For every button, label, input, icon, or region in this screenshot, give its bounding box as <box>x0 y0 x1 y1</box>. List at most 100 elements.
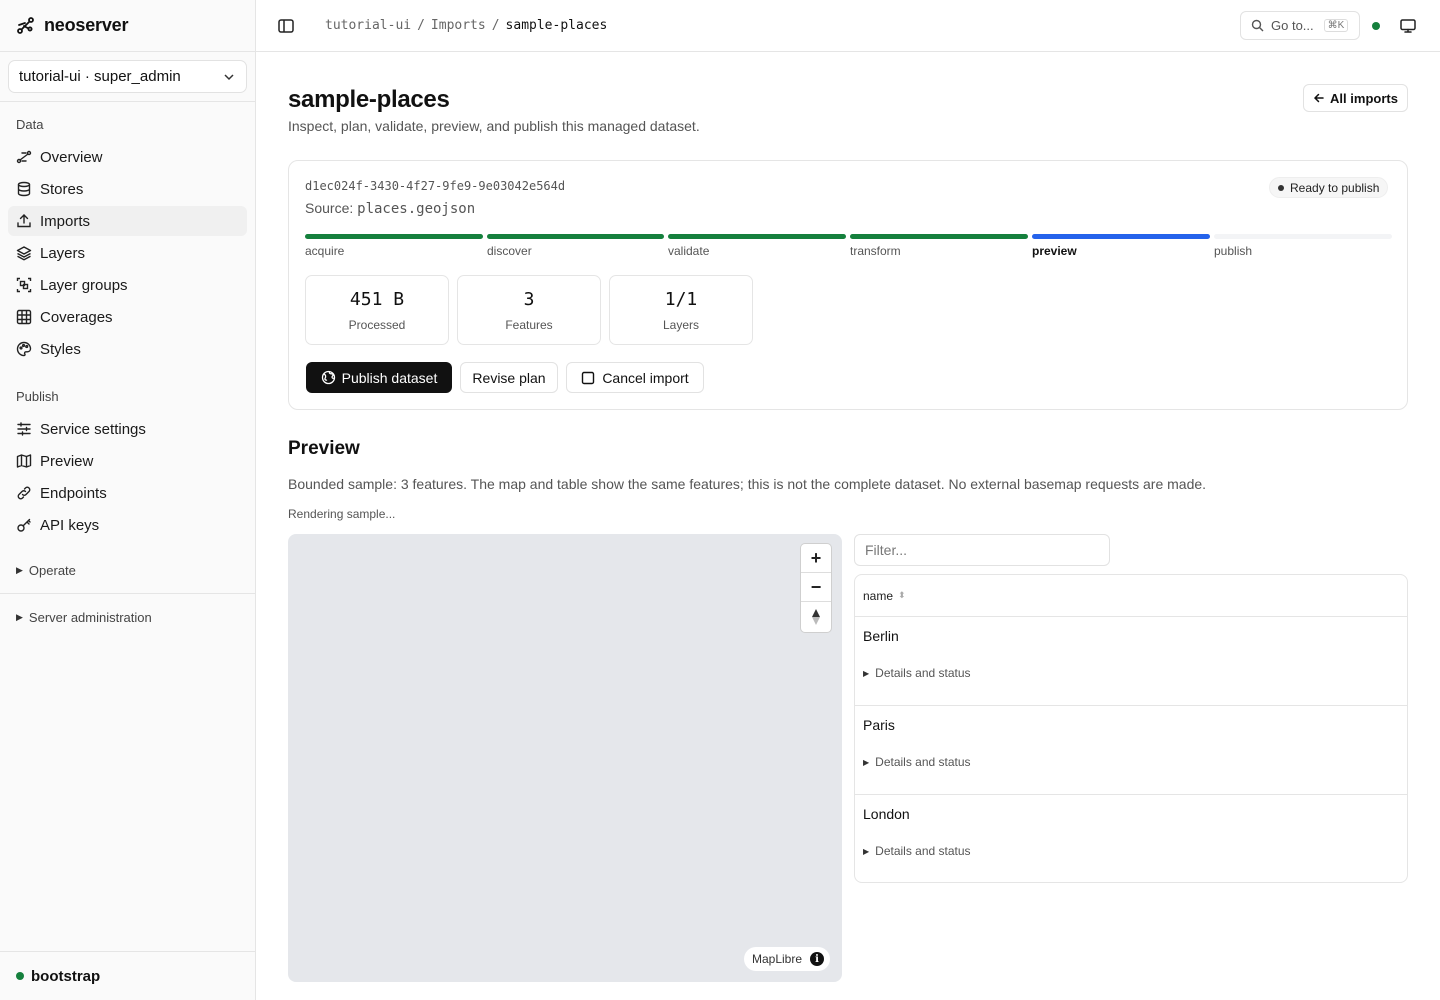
details-label: Details and status <box>875 666 971 680</box>
table-header-name[interactable]: name ⬍ <box>855 575 1407 617</box>
caret-right-icon: ▶ <box>16 565 23 575</box>
stat-label: Processed <box>348 318 406 332</box>
sidebar-divider <box>0 101 256 102</box>
goto-button[interactable]: Go to... ⌘K <box>1240 11 1360 40</box>
nav-label: Endpoints <box>40 484 107 502</box>
nav-item-preview[interactable]: Preview <box>8 446 247 476</box>
map-navigation-control: + − <box>801 544 831 632</box>
sidebar-footer[interactable]: bootstrap <box>0 951 256 1000</box>
step-bar-discover <box>487 234 664 239</box>
info-icon[interactable]: i <box>810 952 825 966</box>
step-label-discover: discover <box>487 244 532 258</box>
status-badge-dot <box>1278 184 1284 191</box>
operate-toggle[interactable]: ▶ Operate <box>16 563 76 578</box>
section-label-publish: Publish <box>16 389 59 404</box>
chevron-down-icon <box>224 74 234 81</box>
import-id: d1ec024f-3430-4f27-9fe9-9e03042e564d <box>305 179 566 193</box>
details-toggle[interactable]: ▶ Details and status <box>863 844 971 858</box>
step-label-validate: validate <box>668 244 710 258</box>
breadcrumb-item[interactable]: Imports <box>431 18 486 33</box>
status-badge: Ready to publish <box>1269 177 1389 198</box>
brand[interactable]: neoserver <box>0 0 255 52</box>
server-admin-label: Server administration <box>28 610 152 625</box>
details-label: Details and status <box>875 844 971 858</box>
preview-heading: Preview <box>288 438 360 459</box>
feature-table: name ⬍ Berlin ▶ Details and status Paris … <box>854 574 1408 883</box>
nav-item-service-settings[interactable]: Service settings <box>8 414 247 444</box>
nav-item-styles[interactable]: Styles <box>8 334 247 364</box>
compass-icon <box>812 608 820 625</box>
nav-item-layer-groups[interactable]: Layer groups <box>8 270 247 300</box>
map-attribution: MapLibre i <box>744 947 831 971</box>
nav-item-layers[interactable]: Layers <box>8 238 247 268</box>
nav-item-imports[interactable]: Imports <box>8 206 247 236</box>
zoom-in-button[interactable]: + <box>801 544 831 573</box>
stat-processed: 451 B Processed <box>305 275 449 345</box>
monitor-icon[interactable] <box>1399 17 1417 35</box>
sidebar-toggle-icon[interactable] <box>277 17 295 35</box>
details-toggle[interactable]: ▶ Details and status <box>863 666 971 680</box>
server-admin-toggle[interactable]: ▶ Server administration <box>16 610 152 625</box>
cancel-import-button[interactable]: Cancel import <box>566 362 704 393</box>
zoom-out-button[interactable]: − <box>801 573 831 602</box>
group-icon <box>16 277 32 293</box>
step-bar-transform <box>850 234 1028 239</box>
table-row[interactable]: London ▶ Details and status <box>855 795 1407 884</box>
stat-label: Features <box>505 318 553 332</box>
goto-label: Go to... <box>1271 18 1314 33</box>
workspace-label: tutorial-ui · super_admin <box>19 68 181 85</box>
cancel-label: Cancel import <box>602 369 689 386</box>
step-bar-acquire <box>305 234 483 239</box>
connection-status-dot <box>1372 22 1380 30</box>
all-imports-button[interactable]: All imports <box>1303 84 1408 112</box>
arrow-left-icon <box>1313 93 1324 103</box>
activity-icon <box>16 150 32 164</box>
neoserver-logo-icon <box>17 16 34 34</box>
table-row[interactable]: Paris ▶ Details and status <box>855 706 1407 795</box>
caret-right-icon: ▶ <box>863 757 870 767</box>
all-imports-label: All imports <box>1330 90 1398 106</box>
step-bar-validate <box>668 234 846 239</box>
nav-item-api-keys[interactable]: API keys <box>8 510 247 540</box>
attribution-text[interactable]: MapLibre <box>752 952 802 966</box>
footer-label: bootstrap <box>31 967 101 985</box>
reset-bearing-button[interactable] <box>801 602 831 631</box>
sidebar-divider <box>0 593 256 594</box>
revise-plan-button[interactable]: Revise plan <box>460 362 558 393</box>
nav-label: Layer groups <box>40 276 128 294</box>
map-canvas[interactable]: + − MapLibre i <box>288 534 842 982</box>
section-label-data: Data <box>16 117 44 132</box>
sort-icon: ⬍ <box>898 590 906 600</box>
caret-right-icon: ▶ <box>16 612 23 622</box>
feature-name: London <box>863 806 910 822</box>
step-label-transform: transform <box>850 244 901 258</box>
database-icon <box>17 181 31 197</box>
minus-icon: − <box>810 576 822 597</box>
breadcrumb-item[interactable]: tutorial-ui <box>325 18 411 33</box>
nav-item-endpoints[interactable]: Endpoints <box>8 478 247 508</box>
source-label: Source: <box>305 200 354 216</box>
nav-item-coverages[interactable]: Coverages <box>8 302 247 332</box>
column-name-label: name <box>863 588 894 603</box>
app-name: neoserver <box>44 15 129 35</box>
feature-name: Berlin <box>863 628 899 644</box>
page-subtitle: Inspect, plan, validate, preview, and pu… <box>288 118 700 134</box>
sidebar: neoserver tutorial-ui · super_admin Data… <box>0 0 256 1000</box>
preview-description: Bounded sample: 3 features. The map and … <box>288 476 1207 492</box>
step-label-preview: preview <box>1032 244 1077 258</box>
square-icon <box>582 371 595 384</box>
stat-layers: 1/1 Layers <box>609 275 753 345</box>
details-label: Details and status <box>875 755 971 769</box>
caret-right-icon: ▶ <box>863 668 870 678</box>
details-toggle[interactable]: ▶ Details and status <box>863 755 971 769</box>
nav-label: Layers <box>40 244 86 262</box>
publish-dataset-button[interactable]: Publish dataset <box>306 362 452 393</box>
palette-icon <box>16 341 32 357</box>
nav-label: Styles <box>40 340 81 358</box>
nav-item-overview[interactable]: Overview <box>8 142 247 172</box>
table-row[interactable]: Berlin ▶ Details and status <box>855 617 1407 706</box>
nav-item-stores[interactable]: Stores <box>8 174 247 204</box>
filter-input[interactable] <box>854 534 1110 566</box>
page-title: sample-places <box>288 86 450 113</box>
workspace-select[interactable]: tutorial-ui · super_admin <box>8 60 247 93</box>
